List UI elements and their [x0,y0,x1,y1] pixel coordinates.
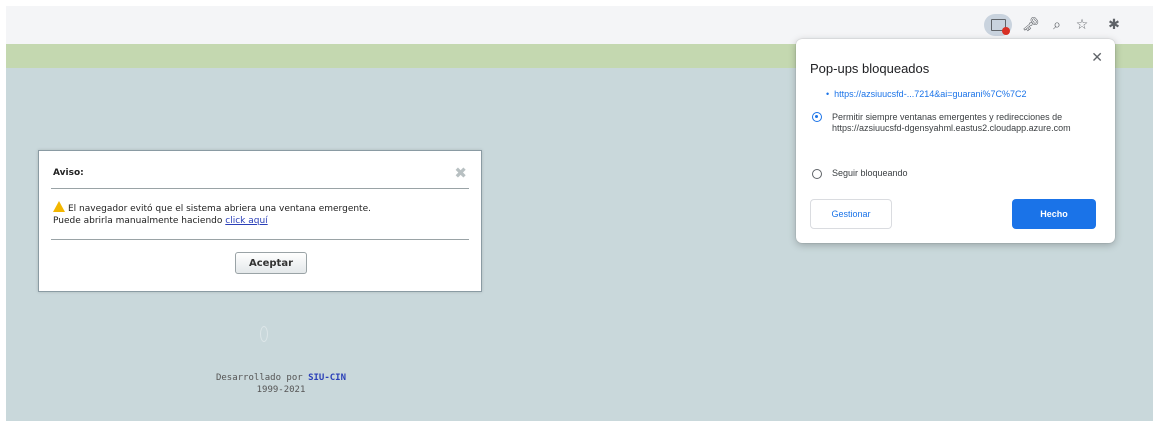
dialog-title: Aviso: [53,168,84,178]
puzzle-icon[interactable]: ✱ [1103,14,1125,36]
key-icon[interactable]: 🗝 [1020,14,1042,36]
popup-blocked-icon[interactable] [984,14,1012,36]
blocked-popup-link[interactable]: https://azsiuucsfd-...7214&ai=guarani%7C… [826,89,1026,99]
siu-cin-link[interactable]: SIU-CIN [308,373,346,383]
message-line-2: Puede abrirla manualmente haciendo [53,216,223,226]
allow-popups-radio[interactable] [812,112,822,122]
bubble-title: Pop-ups bloqueados [810,61,930,76]
popups-blocked-bubble: ✕ Pop-ups bloqueados https://azsiuucsfd-… [796,39,1115,243]
divider [51,239,469,240]
loading-indicator [260,326,268,342]
allow-popups-label[interactable]: Permitir siempre ventanas emergentes y r… [832,112,1082,134]
developed-by-label: Desarrollado por [215,373,303,383]
footer: Desarrollado por SIU-CIN 1999-2021 [181,372,381,396]
message-line-1: El navegador evitó que el sistema abrier… [68,204,371,214]
click-here-link[interactable]: click aquí [225,216,267,226]
close-icon[interactable]: ✕ [1091,49,1103,66]
warning-icon [53,201,65,212]
accept-button[interactable]: Aceptar [235,252,307,274]
done-button[interactable]: Hecho [1012,199,1096,229]
dialog-message: El navegador evitó que el sistema abrier… [53,201,371,227]
keep-blocking-radio[interactable] [812,169,822,179]
star-icon[interactable]: ☆ [1071,14,1093,36]
manage-button[interactable]: Gestionar [810,199,892,229]
footer-years: 1999-2021 [256,385,306,395]
close-icon[interactable]: ✖ [454,164,467,182]
divider [51,188,469,189]
keep-blocking-label[interactable]: Seguir bloqueando [832,168,908,178]
zoom-icon[interactable]: ⌕ [1046,14,1068,36]
aviso-dialog: Aviso: ✖ El navegador evitó que el siste… [38,150,482,292]
